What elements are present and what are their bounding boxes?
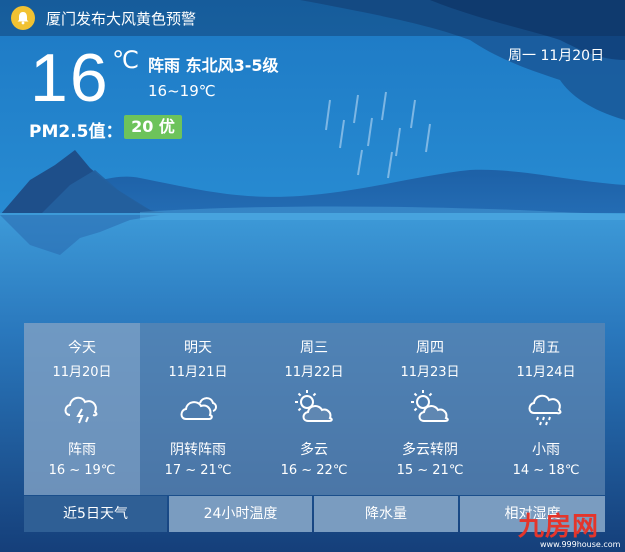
forecast-day[interactable]: 周四 11月23日 多云转阴 15 ~ 21℃ — [372, 323, 488, 495]
forecast-condition: 小雨 — [532, 442, 560, 458]
forecast-panel: 今天 11月20日 阵雨 16 ~ 19℃ 明天 11月21日 阴转阵雨 17 … — [24, 323, 605, 495]
forecast-day-date: 11月24日 — [516, 365, 576, 380]
watermark-logo: 九房网 — [518, 512, 600, 542]
current-temperature-range: 16~19℃ — [148, 82, 216, 100]
forecast-day-date: 11月22日 — [284, 365, 344, 380]
alert-text: 厦门发布大风黄色预警 — [46, 10, 197, 28]
current-temperature: 16 — [30, 40, 110, 116]
thunder-rain-icon — [64, 396, 98, 424]
forecast-day[interactable]: 今天 11月20日 阵雨 16 ~ 19℃ — [24, 323, 140, 495]
forecast-temp-range: 16 ~ 19℃ — [48, 463, 116, 478]
partly-cloudy-icon — [295, 390, 333, 422]
bell-icon — [11, 6, 35, 30]
forecast-day-name: 周四 — [416, 340, 444, 356]
current-condition-wind: 阵雨 东北风3-5级 — [148, 56, 279, 75]
forecast-condition: 阴转阵雨 — [170, 442, 226, 458]
watermark-url: www.999house.com — [540, 540, 621, 549]
forecast-day[interactable]: 周三 11月22日 多云 16 ~ 22℃ — [256, 323, 372, 495]
forecast-condition: 阵雨 — [68, 442, 96, 458]
forecast-temp-range: 15 ~ 21℃ — [396, 463, 464, 478]
forecast-day[interactable]: 周五 11月24日 小雨 14 ~ 18℃ — [488, 323, 604, 495]
forecast-day-name: 明天 — [184, 340, 212, 356]
cloudy-icon — [180, 397, 217, 420]
forecast-condition: 多云 — [300, 442, 328, 458]
forecast-temp-range: 14 ~ 18℃ — [512, 463, 580, 478]
forecast-day-name: 周三 — [300, 340, 328, 356]
forecast-condition: 多云转阴 — [402, 442, 458, 458]
partly-cloudy-icon — [411, 390, 449, 422]
alert-bar[interactable]: 厦门发布大风黄色预警 — [0, 0, 625, 36]
tab-precipitation[interactable]: 降水量 — [314, 496, 458, 532]
forecast-day-date: 11月23日 — [400, 365, 460, 380]
forecast-temp-range: 17 ~ 21℃ — [164, 463, 232, 478]
tab-24h-temperature[interactable]: 24小时温度 — [169, 496, 312, 532]
forecast-day-date: 11月21日 — [168, 365, 228, 380]
forecast-day-name: 周五 — [532, 340, 560, 356]
forecast-temp-range: 16 ~ 22℃ — [280, 463, 348, 478]
pm25-label: PM2.5值： — [29, 122, 123, 142]
forecast-day-date: 11月20日 — [52, 365, 112, 380]
light-rain-icon — [528, 394, 562, 426]
current-date: 周一 11月20日 — [508, 48, 605, 64]
tab-5-day-forecast[interactable]: 近5日天气 — [24, 496, 167, 532]
pm25-value-badge: 20 优 — [124, 115, 182, 139]
forecast-day[interactable]: 明天 11月21日 阴转阵雨 17 ~ 21℃ — [140, 323, 256, 495]
forecast-day-name: 今天 — [68, 340, 96, 356]
temperature-unit: ℃ — [112, 46, 139, 74]
